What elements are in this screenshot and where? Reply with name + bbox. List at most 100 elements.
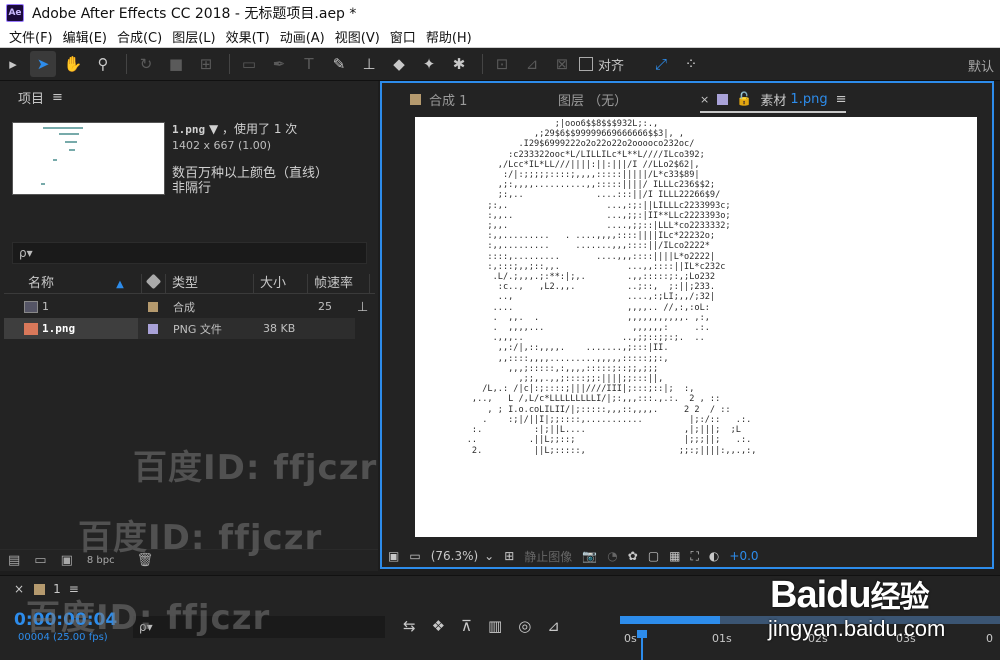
thumbnail-mark [59, 133, 79, 135]
show-snapshot-button[interactable]: 静止图像 [524, 548, 572, 565]
world-axis-icon[interactable]: ⊿ [519, 51, 545, 77]
rotate-tool-icon[interactable]: ↻ [133, 51, 159, 77]
footage-thumbnail [12, 122, 165, 195]
snapping-label: 对齐 [598, 58, 625, 74]
zoom-tool-icon[interactable]: ⚲ [90, 51, 116, 77]
reset-exposure-icon[interactable]: ⛶ [691, 549, 699, 564]
viewer-tabs: 合成 1 图层 （无） × 🔓 素材 1.png ≡ [382, 83, 992, 113]
menu-view[interactable]: 视图(V) [330, 27, 385, 46]
shy-layers-icon[interactable]: ⊼ [461, 617, 472, 635]
channels-icon[interactable]: ✿ [628, 549, 638, 563]
footage-field-order: 非隔行 [172, 181, 212, 196]
playhead[interactable] [641, 632, 643, 660]
comp-mini-flowchart-icon[interactable]: ⇆ [403, 617, 416, 635]
column-type[interactable]: 类型 [166, 273, 254, 294]
close-icon[interactable]: × [700, 93, 709, 106]
pen-tool-icon[interactable]: ✒ [266, 51, 292, 77]
project-panel-header: 项目 ≡ [0, 81, 378, 113]
snap-edges-icon[interactable]: ⤢ [648, 51, 674, 77]
project-item-footage[interactable]: 1.png PNG 文件 38 KB [4, 318, 355, 339]
new-folder-icon[interactable]: ▭ [34, 553, 46, 568]
always-preview-icon[interactable]: ▣ [388, 549, 399, 563]
panel-menu-icon[interactable]: ≡ [836, 92, 847, 107]
local-axis-icon[interactable]: ⊡ [489, 51, 515, 77]
close-icon[interactable]: × [14, 582, 24, 596]
tab-layer[interactable]: 图层 （无） [558, 90, 627, 109]
tab-footage-file: 1.png [790, 92, 828, 107]
brush-tool-icon[interactable]: ✎ [326, 51, 352, 77]
composition-color-swatch [410, 94, 421, 105]
tab-composition[interactable]: 合成 1 [410, 90, 467, 109]
panel-menu-icon[interactable]: ≡ [52, 90, 63, 105]
column-size-label: 大小 [260, 275, 287, 291]
snapping-checkbox[interactable] [579, 57, 593, 71]
menu-effect[interactable]: 效果(T) [221, 27, 275, 46]
project-panel-title[interactable]: 项目 [18, 88, 44, 107]
region-of-interest-icon[interactable]: ▢ [648, 549, 659, 563]
new-composition-icon[interactable]: ▣ [61, 553, 73, 568]
menu-edit[interactable]: 编辑(E) [58, 27, 112, 46]
item-label-color[interactable] [148, 323, 158, 334]
exposure-icon[interactable]: ◐ [709, 549, 719, 563]
column-fps[interactable]: 帧速率 [308, 273, 370, 294]
menu-help[interactable]: 帮助(H) [421, 27, 477, 46]
chevron-down-icon[interactable]: ⌄ [484, 549, 494, 563]
toolbar-divider [126, 54, 127, 74]
show-last-snapshot-icon[interactable]: ◔ [607, 549, 617, 563]
safe-margins-icon[interactable]: ⊞ [504, 549, 514, 563]
work-area-start[interactable] [620, 616, 720, 624]
thumbnail-mark [69, 149, 75, 151]
frame-blending-icon[interactable]: ▥ [488, 617, 502, 635]
camera-tool-icon[interactable]: ■ [163, 51, 189, 77]
project-search-input[interactable]: ρ▾ [12, 242, 367, 264]
usage-text: ，使用了 1 次 [222, 122, 298, 136]
eraser-tool-icon[interactable]: ◆ [386, 51, 412, 77]
clone-stamp-tool-icon[interactable]: ⊥ [356, 51, 382, 77]
item-type: 合成 [173, 300, 195, 314]
menu-layer[interactable]: 图层(L) [167, 27, 220, 46]
motion-blur-icon[interactable]: ◎ [518, 617, 531, 635]
chevron-down-icon[interactable]: ▼ [209, 122, 222, 136]
column-label[interactable] [142, 273, 166, 294]
selection-tool-icon[interactable]: ➤ [30, 51, 56, 77]
window-title: Adobe After Effects CC 2018 - 无标题项目.aep … [32, 5, 357, 22]
item-label-color[interactable] [148, 301, 158, 312]
column-name[interactable]: 名称 ▲ [4, 273, 142, 294]
roto-brush-tool-icon[interactable]: ✦ [416, 51, 442, 77]
transparency-grid-icon[interactable]: ▦ [669, 549, 680, 563]
project-item-composition[interactable]: 1 合成 25 [4, 296, 355, 317]
toolbar-grip-icon: ▸ [9, 55, 17, 73]
magnification-dropdown[interactable]: (76.3%) [431, 549, 478, 563]
tab-footage[interactable]: × 🔓 素材 1.png ≡ [700, 90, 847, 113]
rectangle-tool-icon[interactable]: ▭ [236, 51, 262, 77]
item-fps: 25 [318, 300, 332, 313]
hand-tool-icon[interactable]: ✋ [60, 51, 86, 77]
graph-editor-icon[interactable]: ⊿ [547, 617, 560, 635]
snap-features-icon[interactable]: ⁘ [678, 51, 704, 77]
puppet-tool-icon[interactable]: ✱ [446, 51, 472, 77]
baidu-id-watermark: 百度ID: ffjczr [26, 598, 271, 638]
column-type-label: 类型 [172, 275, 199, 291]
draft-3d-icon[interactable]: ❖ [432, 617, 445, 635]
baidu-id-watermark: 百度ID: ffjczr [78, 518, 323, 558]
camera-snapshot-icon[interactable]: 📷 [582, 549, 597, 563]
workspace-default[interactable]: 默认 [968, 56, 994, 75]
column-fps-label: 帧速率 [314, 275, 354, 291]
pan-behind-tool-icon[interactable]: ⊞ [193, 51, 219, 77]
monitor-icon[interactable]: ▭ [409, 549, 420, 563]
flowchart-icon[interactable]: ⊥ [357, 300, 368, 315]
menu-file[interactable]: 文件(F) [4, 27, 58, 46]
lock-icon[interactable]: 🔓 [736, 92, 752, 107]
project-panel: 项目 ≡ 1.png ▼ ，使用了 1 次 1402 x 667 (1.00) … [0, 81, 378, 571]
interpret-footage-icon[interactable]: ▤ [8, 553, 20, 568]
menu-bar: 文件(F) 编辑(E) 合成(C) 图层(L) 效果(T) 动画(A) 视图(V… [0, 25, 1000, 48]
column-size[interactable]: 大小 [254, 273, 308, 294]
item-name-cell: 1.png [4, 318, 138, 339]
menu-window[interactable]: 窗口 [385, 27, 421, 46]
menu-animation[interactable]: 动画(A) [275, 27, 330, 46]
view-axis-icon[interactable]: ⊠ [549, 51, 575, 77]
footage-canvas[interactable]: ;|ooo6$$8$$$932L;:., ,;29$6$$99999669666… [415, 117, 977, 537]
exposure-value[interactable]: +0.0 [729, 549, 758, 563]
menu-composition[interactable]: 合成(C) [112, 27, 167, 46]
type-tool-icon[interactable]: T [296, 51, 322, 77]
